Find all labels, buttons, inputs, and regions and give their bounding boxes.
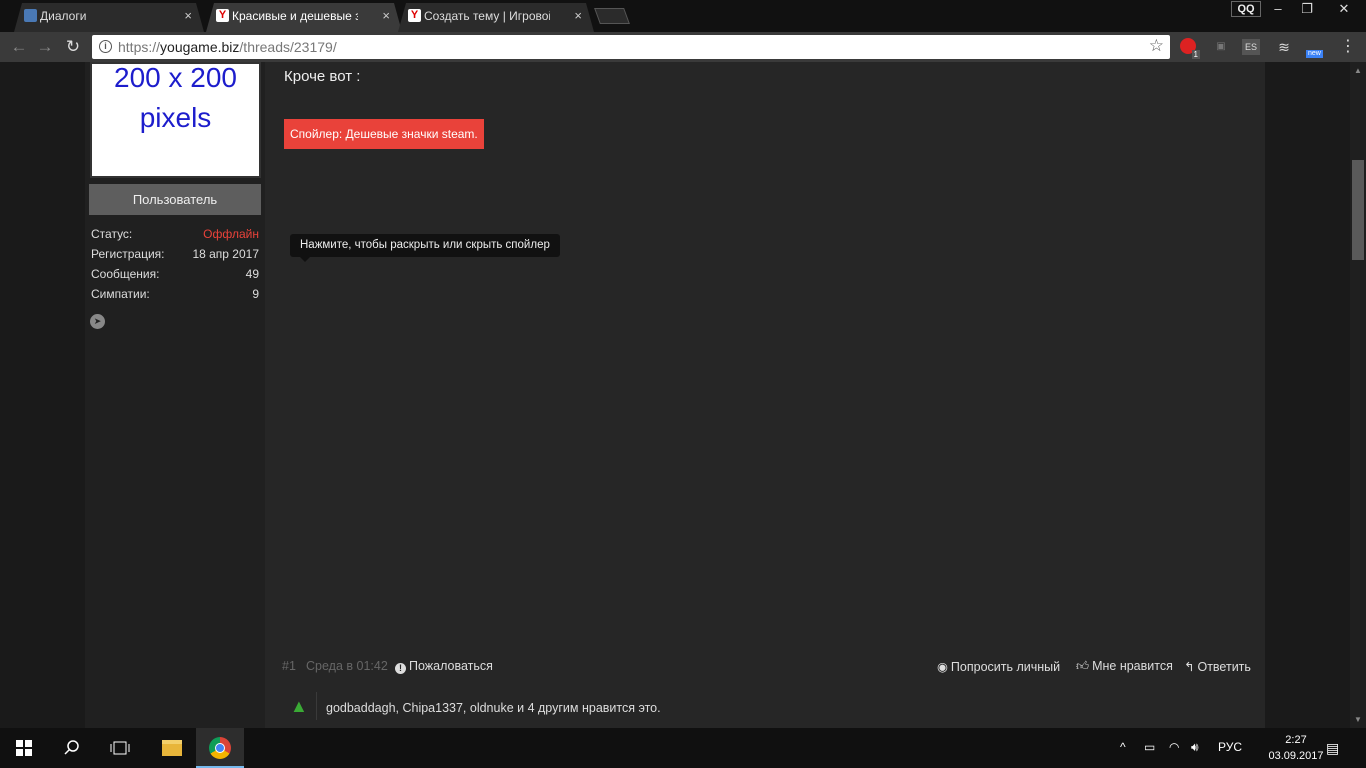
thumbs-up-icon: 👍︎ <box>1076 659 1090 673</box>
language-indicator[interactable]: РУС <box>1218 740 1242 754</box>
minimize-button[interactable]: – <box>1263 0 1293 18</box>
tab-title: Диалоги <box>40 9 87 23</box>
stat-label: Регистрация: <box>91 247 165 261</box>
like-link[interactable]: 👍︎ Мне нравится <box>1076 659 1173 674</box>
tab-title: Создать тему | Игровой <box>424 9 550 23</box>
report-link[interactable]: ! Пожаловаться <box>395 659 493 674</box>
yougame-icon: Y <box>408 9 421 22</box>
thumbs-up-icon: ▲ <box>290 696 308 716</box>
post-footer: #1 Среда в 01:42 ! Пожаловаться ◉ Попросит… <box>282 659 1256 675</box>
back-icon[interactable]: ← <box>8 36 30 58</box>
scrollbar-thumb[interactable] <box>1352 160 1364 260</box>
stat-value: Оффлайн <box>203 227 259 241</box>
close-icon[interactable]: × <box>382 3 390 29</box>
dialogs-icon <box>24 9 37 22</box>
notifications-icon[interactable]: ▤ <box>1326 740 1339 757</box>
folder-icon <box>162 739 182 756</box>
reload-icon[interactable]: ↻ <box>62 36 84 58</box>
scroll-down-icon[interactable]: ▼ <box>1354 715 1362 724</box>
stat-registration: Регистрация: 18 апр 2017 <box>91 247 259 263</box>
stat-status: Статус: Оффлайн <box>91 227 259 243</box>
restore-button[interactable]: ❐ <box>1292 0 1322 18</box>
close-window-button[interactable]: ✕ <box>1326 0 1362 18</box>
qq-button[interactable]: QQ <box>1231 1 1261 17</box>
close-icon[interactable]: × <box>574 3 582 29</box>
page-scrollbar[interactable]: ▲ ▼ <box>1350 62 1366 728</box>
wifi-icon[interactable]: ◠ <box>1169 740 1179 754</box>
close-icon[interactable]: × <box>184 3 192 29</box>
address-bar[interactable]: i https://yougame.biz/threads/23179/ ☆ <box>92 35 1170 59</box>
likes-summary: ▲ godbaddagh, Chipa1337, oldnuke и 4 дру… <box>282 692 1256 722</box>
windows-taskbar: ^ ▭ ◠ 🔊︎ РУС 2:27 03.09.2017 ▤ <box>0 728 1366 768</box>
task-view-icon <box>110 741 130 755</box>
clock[interactable]: 2:27 03.09.2017 <box>1268 732 1323 764</box>
post-text: Кроче вот : <box>284 68 361 85</box>
avatar[interactable]: 200 x 200 pixels <box>90 62 261 178</box>
stat-label: Сообщения: <box>91 267 160 281</box>
scroll-up-icon[interactable]: ▲ <box>1354 66 1362 75</box>
bookmark-star-icon[interactable]: ☆ <box>1149 36 1164 56</box>
tab-dialogs[interactable]: Диалоги × <box>14 3 204 32</box>
web-page: 200 x 200 pixels Пользователь Статус: Оф… <box>0 62 1350 728</box>
post-number-link[interactable]: #1 <box>282 659 296 673</box>
url-text: https://yougame.biz/threads/23179/ <box>118 39 337 55</box>
forward-icon[interactable]: → <box>34 36 56 58</box>
volume-icon[interactable]: 🔊︎ <box>1191 740 1199 755</box>
reply-link[interactable]: ↰ Ответить <box>1184 659 1251 674</box>
file-explorer-button[interactable] <box>148 728 196 768</box>
chevron-up-icon[interactable]: ^ <box>1120 740 1126 754</box>
post-date[interactable]: Среда в 01:42 <box>306 659 388 673</box>
reply-icon: ↰ <box>1184 660 1195 674</box>
stat-label: Статус: <box>91 227 133 241</box>
search-icon <box>64 740 79 755</box>
new-tab-button[interactable] <box>594 8 630 24</box>
browser-toolbar: ← → ↻ i https://yougame.biz/threads/2317… <box>0 32 1366 62</box>
stat-label: Симпатии: <box>91 287 150 301</box>
eye-icon: ◉ <box>937 660 948 674</box>
ask-private-link[interactable]: ◉ Попросить личный <box>937 659 1060 674</box>
chrome-icon <box>209 736 231 759</box>
stat-value: 9 <box>252 287 259 301</box>
opera-extension-icon[interactable]: 1 <box>1178 37 1200 59</box>
spoiler-tooltip: Нажмите, чтобы раскрыть или скрыть спойл… <box>290 234 560 262</box>
tab-create-topic[interactable]: Y Создать тему | Игровой × <box>398 3 594 32</box>
extension-icon[interactable]: ▣ <box>1211 37 1231 57</box>
es-extension-icon[interactable]: ES <box>1242 39 1260 55</box>
tab-title: Красивые и дешевые зн <box>232 9 358 23</box>
user-title-badge: Пользователь <box>89 184 261 215</box>
search-button[interactable] <box>48 728 96 768</box>
battery-icon[interactable]: ▭ <box>1144 740 1155 754</box>
database-icon[interactable]: ≋ <box>1274 37 1294 57</box>
warning-icon: ! <box>395 663 406 674</box>
yougame-icon: Y <box>216 9 229 22</box>
start-button[interactable] <box>0 728 48 768</box>
stat-value: 49 <box>245 267 259 281</box>
stat-likes: Симпатии: 9 <box>91 287 259 303</box>
telegram-icon[interactable]: ➤ <box>90 314 105 329</box>
menu-icon[interactable]: ⋮ <box>1338 37 1358 57</box>
divider <box>316 692 317 720</box>
task-view-button[interactable] <box>96 728 144 768</box>
new-extension-icon[interactable]: new <box>1305 37 1325 58</box>
likes-text[interactable]: godbaddagh, Chipa1337, oldnuke и 4 други… <box>326 701 661 715</box>
windows-logo-icon <box>16 739 32 756</box>
chrome-taskbar-button[interactable] <box>196 728 244 768</box>
stat-messages: Сообщения: 49 <box>91 267 259 283</box>
tab-thread[interactable]: Y Красивые и дешевые зн × <box>206 3 402 32</box>
stat-value: 18 апр 2017 <box>192 247 259 261</box>
browser-tab-strip: Диалоги × Y Красивые и дешевые зн × Y Со… <box>0 0 1366 32</box>
info-icon[interactable]: i <box>99 40 112 53</box>
spoiler-button[interactable]: Спойлер: Дешевые значки steam. <box>284 119 484 149</box>
